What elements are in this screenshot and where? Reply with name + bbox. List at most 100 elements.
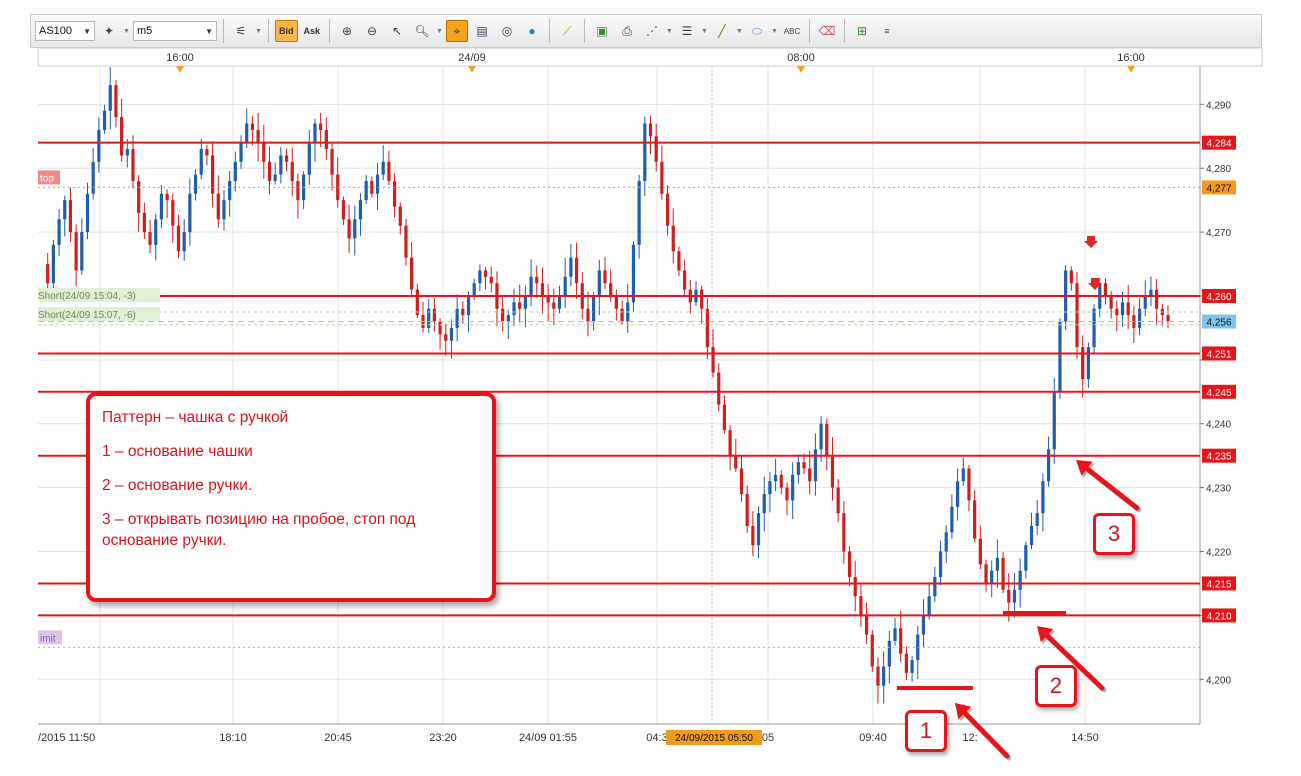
x-tick-label: 24/09 01:55 [519,732,577,744]
top-time-strip [37,47,1263,67]
candle-body [410,257,414,290]
candle-body [899,628,903,654]
candle-body [199,149,203,175]
price-chart[interactable]: 16:00 24/09 08:00 16:00 4,200 4,220 4,230 4,240… [0,0,1301,776]
candle-body [859,596,863,616]
annotation-title: Паттерн – чашка с ручкой [102,409,289,426]
candle-body [802,462,806,469]
candle-body [893,628,897,641]
candle-body [637,180,641,245]
current-price-label: 4,256 [1206,318,1231,329]
top-time-label: 16:00 [1117,52,1145,64]
time-marker-icon [468,66,476,73]
candle-body [1035,513,1039,526]
candle-body [387,161,391,181]
candle-body [660,161,664,194]
x-tick-label: /2015 11:50 [38,732,95,744]
candle-body [279,155,283,175]
candle-body [307,142,311,175]
candle-body [1001,557,1005,590]
candle-body [882,666,886,686]
candle-body [1029,525,1034,546]
candle-body [1081,347,1085,380]
candle-body [631,244,636,303]
candle-body [438,321,442,335]
candle-body [756,513,761,546]
level-price-label: 4,251 [1206,349,1231,360]
candle-body [381,161,385,175]
candle-body [540,283,545,296]
candle-body [97,129,101,162]
top-time-label: 16:00 [166,52,194,64]
candle-body [233,161,237,181]
candle-body [927,596,931,616]
candle-body [85,193,90,233]
candle-body [574,257,579,284]
stop-order-label: top [40,173,54,184]
candles [46,66,1170,704]
candle-body [876,666,880,686]
annotation-line-1: 1 – основание чашки [102,443,253,461]
candle-body [108,85,112,111]
candle-body [239,142,243,162]
candle-body [120,117,124,156]
candle-body [449,327,454,341]
candle-body [597,270,601,296]
candle-body [501,308,505,322]
candle-body [808,468,812,482]
candle-body [432,308,436,322]
candle-body [444,334,448,341]
candle-body [995,557,999,571]
candle-body [1041,481,1045,514]
candle-body [722,404,727,431]
candle-body [1012,589,1017,603]
candle-body [102,110,107,130]
candle-body [728,430,732,456]
candle-body [819,423,823,450]
candle-body [80,232,84,271]
candle-body [1024,545,1028,571]
candle-body [478,270,482,284]
y-tick-label: 4,280 [1206,164,1231,175]
y-tick-label: 4,220 [1206,548,1231,559]
candle-body [529,276,533,296]
candle-body [1007,589,1011,603]
candle-body [614,295,618,309]
candle-body [552,302,556,309]
candle-body [535,276,539,284]
candle-body [91,161,95,194]
candle-body [683,270,687,290]
candle-body [1109,295,1113,309]
candle-body [63,200,67,220]
candle-body [973,500,977,539]
candle-body [1052,391,1056,450]
x-tick-label: 12: [962,732,977,744]
candle-body [825,423,829,456]
candle-body [1115,308,1119,316]
candle-body [1155,289,1159,309]
candle-body [836,487,840,514]
candle-body [870,634,874,667]
candle-body [1075,283,1079,348]
candle-body [273,174,277,181]
candle-body [176,225,181,252]
candle-body [341,200,346,220]
candle-body [313,123,317,143]
limit-order-label: imit [40,633,56,644]
candle-body [711,347,715,373]
candle-body [324,129,328,150]
candle-body [842,513,846,552]
candle-body [523,295,527,309]
annotation-line-3: 3 – открывать позицию на пробое, стоп по… [102,511,416,549]
candle-body [921,615,926,635]
candle-body [648,123,653,137]
candle-body [961,468,965,482]
candle-body [904,653,909,673]
candle-body [768,481,772,495]
candle-body [125,149,129,156]
level-price-label: 4,284 [1206,139,1231,150]
candle-body [250,123,255,130]
candle-body [1018,570,1022,590]
cursor-time-label: 24/09/2015 05:50 [675,733,753,744]
candle-body [347,219,351,239]
